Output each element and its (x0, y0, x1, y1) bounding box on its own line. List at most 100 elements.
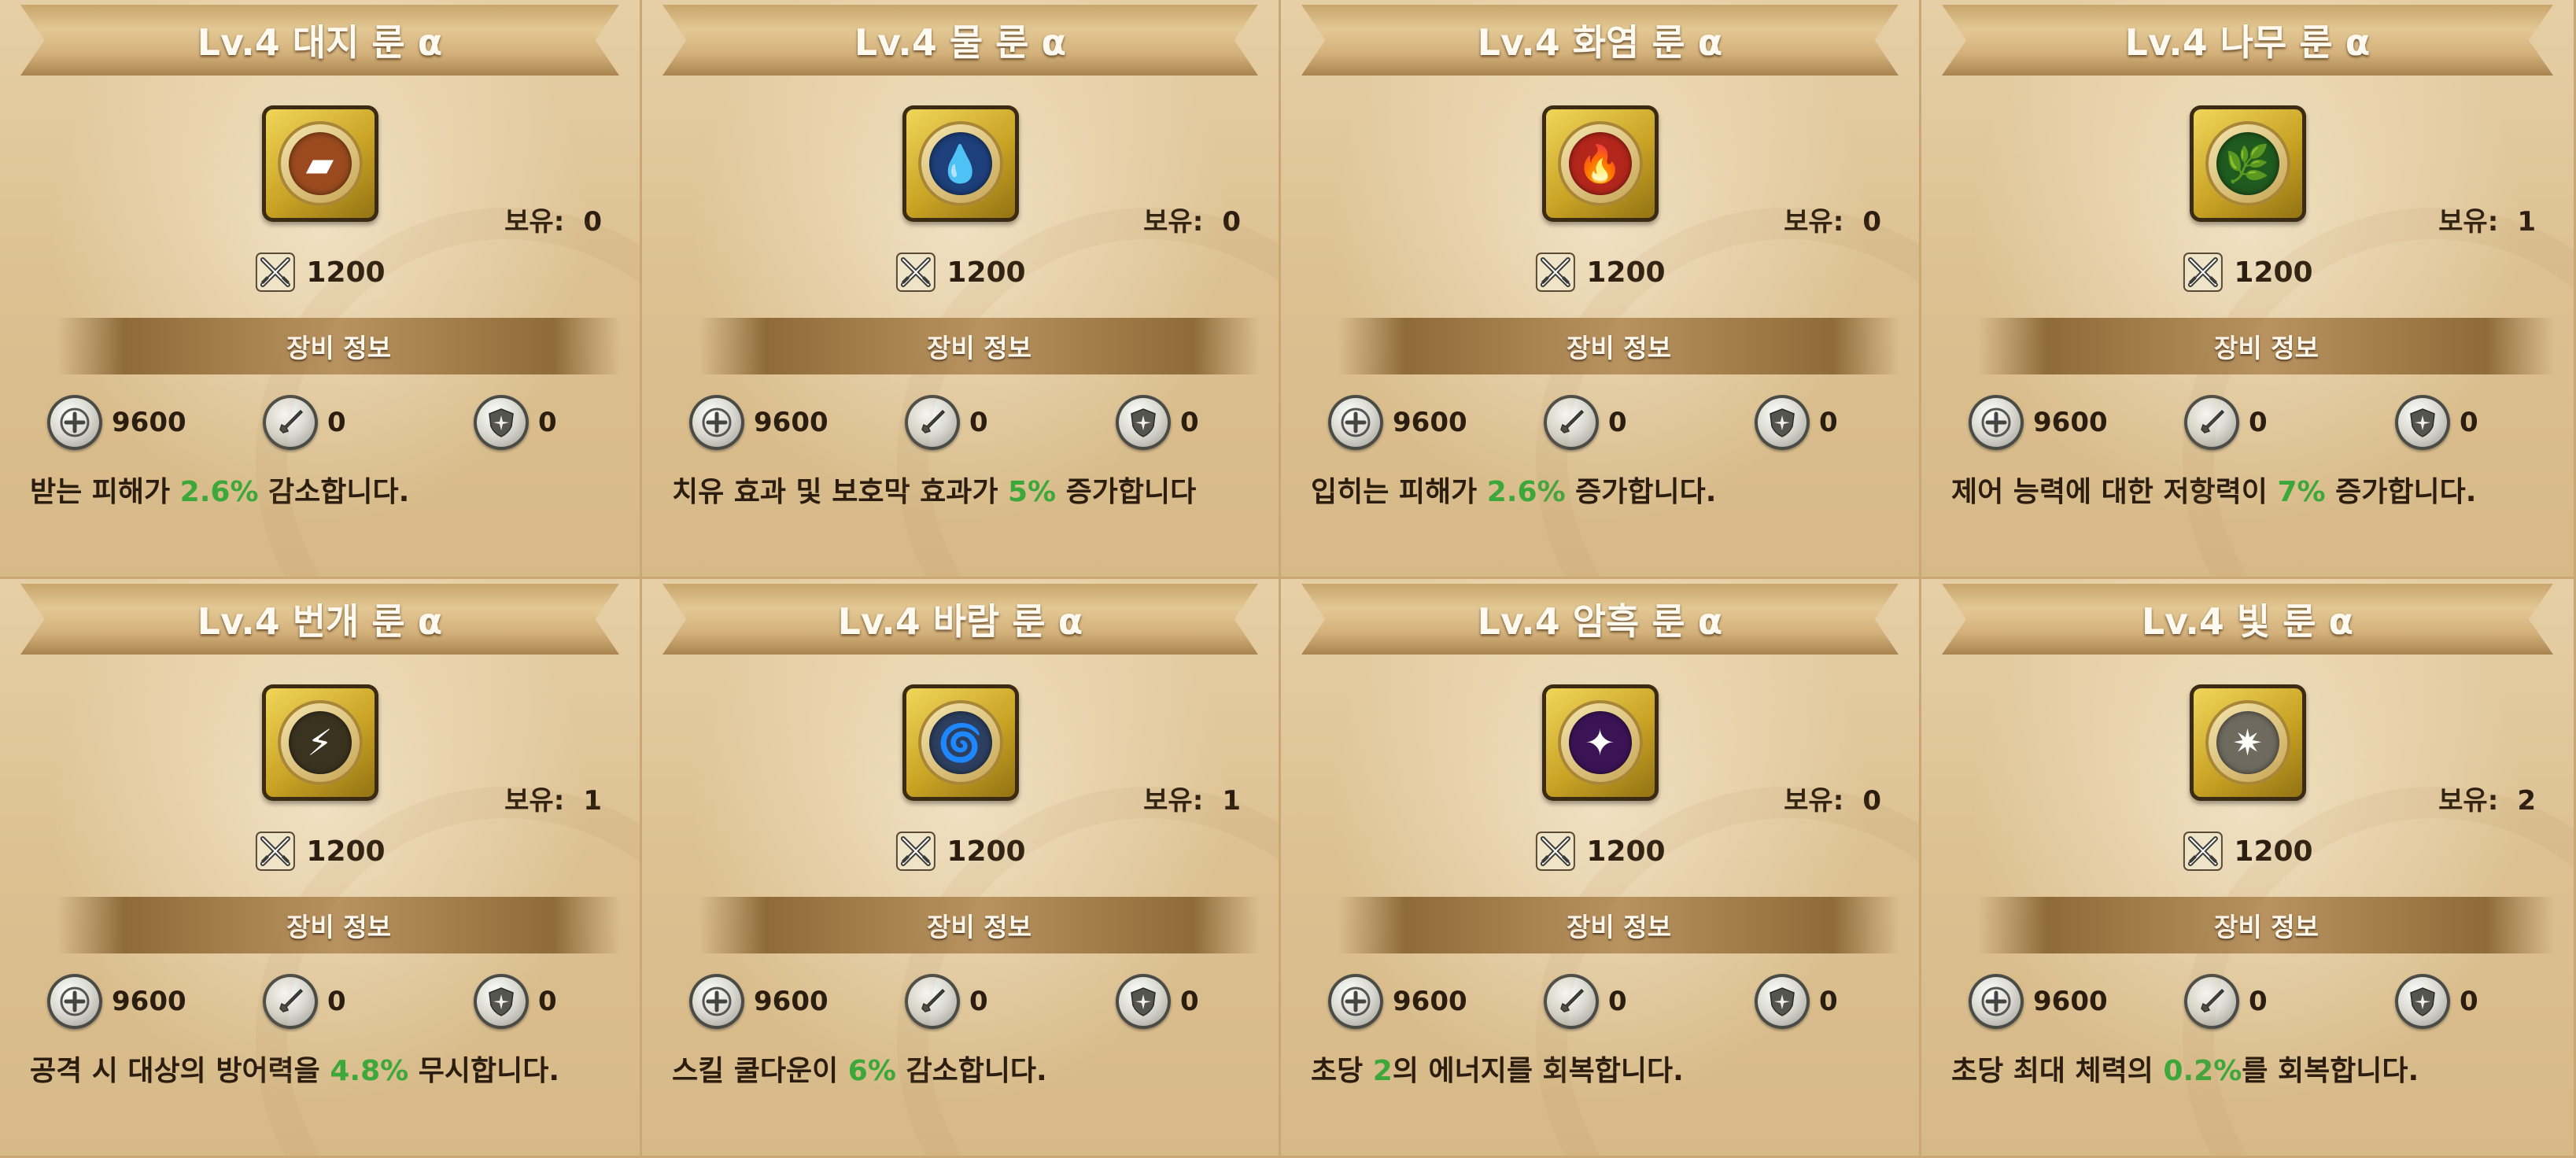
effect-text-suffix: 증가합니다. (2325, 476, 2477, 508)
crossed-swords-icon (1535, 832, 1575, 871)
rune-icon-frame[interactable]: ▰ (261, 105, 378, 222)
hp-stat: 9600 (689, 395, 829, 450)
defense-value: 0 (2460, 407, 2478, 438)
effect-text-suffix: 증가합니다. (1565, 476, 1717, 508)
rune-card[interactable]: Lv.4 화염 룬 α 🔥 보유: 0 1200 장비 정보 9600 0 0 … (1281, 0, 1921, 579)
stat-row: 9600 0 0 (1328, 395, 1888, 455)
crossed-swords-icon (895, 253, 936, 292)
rune-glyph: ✦ (1585, 721, 1615, 764)
hp-plus-icon (689, 395, 744, 450)
rune-title: Lv.4 나무 룬 α (2124, 21, 2371, 64)
rune-icon-frame[interactable]: 🔥 (1541, 105, 1659, 222)
attack-value: 0 (969, 986, 988, 1017)
shield-icon (2395, 395, 2450, 450)
defense-value: 0 (538, 986, 557, 1017)
sword-icon (263, 395, 318, 450)
effect-description: 입히는 피해가 2.6% 증가합니다. (1311, 469, 1903, 510)
rune-icon-frame[interactable]: ✷ (2189, 684, 2306, 801)
effect-text-prefix: 제어 능력에 대한 저항력이 (1951, 476, 2278, 508)
hp-value: 9600 (112, 407, 186, 438)
rune-card[interactable]: Lv.4 번개 룬 α ⚡ 보유: 1 1200 장비 정보 9600 0 0 … (0, 579, 642, 1158)
attack-value: 0 (327, 407, 346, 438)
stat-row: 9600 0 0 (47, 974, 608, 1034)
rune-icon-frame[interactable]: 🌿 (2189, 105, 2306, 222)
hp-plus-icon (1328, 974, 1383, 1029)
owned-label: 보유: (504, 206, 565, 238)
rune-card[interactable]: Lv.4 암흑 룬 α ✦ 보유: 0 1200 장비 정보 9600 0 0 … (1281, 579, 1921, 1158)
owned-count: 보유: 1 (504, 779, 602, 817)
hp-stat: 9600 (1969, 974, 2108, 1029)
equipment-info-bar: 장비 정보 (1978, 897, 2555, 953)
fire-rune-icon: 🔥 (1568, 132, 1632, 195)
equipment-info-bar: 장비 정보 (699, 318, 1260, 374)
equipment-info-bar: 장비 정보 (1978, 318, 2555, 374)
rune-glyph: ✷ (2232, 721, 2263, 764)
stat-row: 9600 0 0 (689, 974, 1247, 1034)
effect-description: 받는 피해가 2.6% 감소합니다. (30, 469, 624, 510)
hp-value: 9600 (1393, 986, 1467, 1017)
cost-row: 1200 (2182, 831, 2313, 872)
wood-rune-icon: 🌿 (2216, 132, 2279, 195)
rune-card[interactable]: Lv.4 나무 룬 α 🌿 보유: 1 1200 장비 정보 9600 0 0 … (1921, 0, 2576, 579)
owned-label: 보유: (504, 785, 565, 817)
effect-value: 0.2% (2163, 1055, 2242, 1087)
cost-value: 1200 (306, 835, 386, 868)
owned-label: 보유: (1143, 206, 1204, 238)
cost-row: 1200 (1534, 252, 1666, 293)
effect-description: 치유 효과 및 보호막 효과가 5% 증가합니다 (672, 469, 1263, 510)
equipment-info-label: 장비 정보 (927, 912, 1032, 942)
attack-stat: 0 (1544, 974, 1627, 1029)
rune-card[interactable]: Lv.4 바람 룬 α 🌀 보유: 1 1200 장비 정보 9600 0 0 … (642, 579, 1281, 1158)
wind-rune-icon: 🌀 (928, 711, 992, 774)
effect-value: 5% (1008, 476, 1057, 508)
hp-plus-icon (47, 395, 102, 450)
owned-label: 보유: (2438, 206, 2499, 238)
shield-icon (1116, 395, 1171, 450)
equipment-info-label: 장비 정보 (286, 912, 391, 942)
effect-value: 7% (2277, 476, 2326, 508)
rune-icon-frame[interactable]: ✦ (1541, 684, 1659, 801)
effect-text-prefix: 치유 효과 및 보호막 효과가 (672, 476, 1008, 508)
effect-text-suffix: 감소합니다. (258, 476, 410, 508)
effect-value: 6% (847, 1055, 896, 1087)
rune-ring: ✦ (1557, 700, 1643, 785)
effect-text-suffix: 무시합니다. (408, 1055, 559, 1087)
rune-glyph: ▰ (305, 142, 334, 185)
hp-stat: 9600 (47, 974, 186, 1029)
defense-stat: 0 (2395, 974, 2478, 1029)
defense-value: 0 (1819, 986, 1838, 1017)
title-banner: Lv.4 대지 룬 α (20, 5, 619, 76)
hp-value: 9600 (754, 407, 829, 438)
shield-icon (474, 974, 529, 1029)
cost-row: 1200 (1534, 831, 1666, 872)
hp-stat: 9600 (689, 974, 829, 1029)
rune-icon-frame[interactable]: 💧 (902, 105, 1019, 222)
rune-icon-frame[interactable]: ⚡ (261, 684, 378, 801)
owned-value: 0 (583, 206, 602, 238)
defense-stat: 0 (1116, 974, 1199, 1029)
equipment-info-bar: 장비 정보 (1338, 318, 1900, 374)
cost-value: 1200 (2234, 256, 2313, 289)
rune-icon-frame[interactable]: 🌀 (902, 684, 1019, 801)
attack-stat: 0 (2184, 395, 2268, 450)
title-banner: Lv.4 번개 룬 α (20, 584, 619, 655)
equipment-info-label: 장비 정보 (286, 333, 391, 363)
defense-value: 0 (1819, 407, 1838, 438)
defense-stat: 0 (1755, 395, 1838, 450)
rune-title: Lv.4 물 룬 α (854, 21, 1067, 64)
rune-card[interactable]: Lv.4 대지 룬 α ▰ 보유: 0 1200 장비 정보 9600 0 0 … (0, 0, 642, 579)
rune-grid: Lv.4 대지 룬 α ▰ 보유: 0 1200 장비 정보 9600 0 0 … (0, 0, 2576, 1158)
title-banner: Lv.4 나무 룬 α (1942, 5, 2553, 76)
owned-value: 2 (2517, 785, 2536, 817)
attack-value: 0 (2249, 407, 2268, 438)
rune-card[interactable]: Lv.4 물 룬 α 💧 보유: 0 1200 장비 정보 9600 0 0 치… (642, 0, 1281, 579)
cost-row: 1200 (254, 252, 386, 293)
rune-glyph: 🌿 (2224, 142, 2271, 185)
effect-description: 초당 최대 체력의 0.2%를 회복합니다. (1951, 1048, 2558, 1089)
title-banner: Lv.4 물 룬 α (662, 5, 1258, 76)
defense-value: 0 (1180, 986, 1199, 1017)
hp-stat: 9600 (1328, 395, 1467, 450)
rune-card[interactable]: Lv.4 빛 룬 α ✷ 보유: 2 1200 장비 정보 9600 0 0 초… (1921, 579, 2576, 1158)
effect-value: 4.8% (330, 1055, 409, 1087)
rune-ring: ⚡ (277, 700, 363, 785)
